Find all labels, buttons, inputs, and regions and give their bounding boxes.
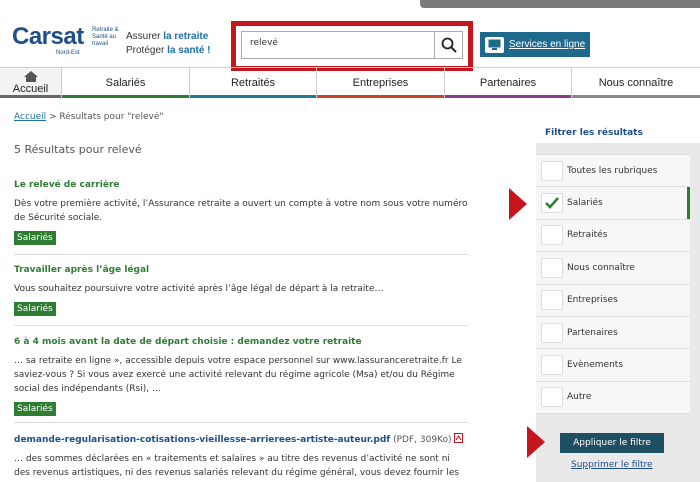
divider — [14, 254, 468, 255]
annotation-arrow — [509, 188, 527, 220]
filter-checkbox[interactable] — [541, 160, 563, 181]
filter-checkbox[interactable] — [541, 355, 563, 376]
logo-side-text: Retraite & Santé au travail — [92, 27, 119, 47]
checkmark-icon — [545, 197, 559, 209]
divider — [14, 325, 468, 326]
search-input[interactable] — [250, 38, 430, 48]
result-tag[interactable]: Salariés — [14, 231, 56, 245]
pdf-meta: (PDF, 309Ko) — [390, 435, 452, 445]
services-label: Services en ligne — [509, 39, 586, 50]
carsat-logo[interactable]: Carsat Retraite & Santé au travail Nord-… — [12, 23, 119, 57]
logo-text: Carsat — [12, 23, 84, 50]
main-nav: Accueil Salariés Retraités Entreprises P… — [0, 67, 700, 98]
breadcrumb: Accueil > Résultats pour "relevé" — [14, 112, 164, 122]
breadcrumb-home-link[interactable]: Accueil — [14, 112, 46, 122]
result-snippet: … sa retraite en ligne », accessible dep… — [14, 356, 462, 394]
result-snippet: Vous souhaitez poursuivre votre activité… — [14, 284, 384, 294]
filter-checkbox[interactable] — [541, 257, 563, 278]
result-item: demande-regularisation-cotisations-vieil… — [14, 433, 468, 480]
search-box — [241, 31, 463, 59]
annotation-arrow — [527, 426, 545, 458]
search-icon — [441, 37, 457, 53]
clear-filter-link[interactable]: Supprimer le filtre — [571, 460, 653, 470]
filter-checkbox[interactable] — [541, 225, 563, 246]
nav-item-partenaires[interactable]: Partenaires — [445, 68, 572, 98]
result-snippet: Dès votre première activité, l’Assurance… — [14, 199, 468, 223]
filter-checkbox[interactable] — [541, 290, 563, 311]
result-title-link[interactable]: Le relevé de carrière — [14, 180, 468, 190]
filter-list: Toutes les rubriques Salariés Retraités … — [536, 154, 690, 415]
logo-region: Nord-Est — [56, 50, 80, 56]
result-pdf-link[interactable]: demande-regularisation-cotisations-vieil… — [14, 435, 390, 445]
result-tag[interactable]: Salariés — [14, 402, 56, 416]
tagline: Assurer la retraite Protéger la santé ! — [126, 31, 211, 56]
result-item: 6 à 4 mois avant la date de départ chois… — [14, 337, 468, 416]
filter-item-toutes-les-rubriques[interactable]: Toutes les rubriques — [536, 155, 690, 188]
filter-item-entreprises[interactable]: Entreprises — [536, 285, 690, 317]
result-item: Travailler après l’âge légal Vous souhai… — [14, 265, 468, 316]
filter-item-salaries[interactable]: Salariés — [536, 187, 690, 220]
filter-item-autre[interactable]: Autre — [536, 382, 690, 415]
apply-filter-button[interactable]: Appliquer le filtre — [560, 433, 664, 453]
monitor-icon — [485, 36, 504, 53]
filter-checkbox[interactable] — [541, 322, 563, 343]
filter-item-partenaires[interactable]: Partenaires — [536, 317, 690, 350]
nav-item-entreprises[interactable]: Entreprises — [317, 68, 445, 98]
filter-item-retraites[interactable]: Retraités — [536, 220, 690, 253]
nav-home-label: Accueil — [12, 83, 49, 95]
pdf-icon — [454, 433, 464, 443]
result-snippet: … des sommes déclarées en « traitements … — [14, 454, 460, 478]
nav-item-salaries[interactable]: Salariés — [62, 68, 190, 98]
services-en-ligne-button[interactable]: Services en ligne — [480, 32, 590, 57]
results-title: 5 Résultats pour relevé — [14, 143, 142, 156]
filter-title: Filtrer les résultats — [545, 128, 643, 138]
result-item: Le relevé de carrière Dès votre première… — [14, 180, 468, 245]
home-icon — [23, 71, 38, 82]
utility-bar — [420, 0, 700, 8]
filter-checkbox[interactable] — [541, 387, 563, 408]
nav-item-retraites[interactable]: Retraités — [190, 68, 317, 98]
nav-home[interactable]: Accueil — [0, 68, 62, 98]
filter-item-evenements[interactable]: Evènements — [536, 349, 690, 382]
result-tag[interactable]: Salariés — [14, 302, 56, 316]
search-button[interactable] — [434, 32, 462, 58]
result-title-link[interactable]: 6 à 4 mois avant la date de départ chois… — [14, 337, 468, 347]
result-title-link[interactable]: Travailler après l’âge légal — [14, 265, 468, 275]
filter-checkbox[interactable] — [541, 193, 563, 214]
filter-item-nous-connaitre[interactable]: Nous connaître — [536, 252, 690, 285]
nav-item-nous-connaitre[interactable]: Nous connaître — [572, 68, 700, 98]
divider — [14, 422, 468, 423]
